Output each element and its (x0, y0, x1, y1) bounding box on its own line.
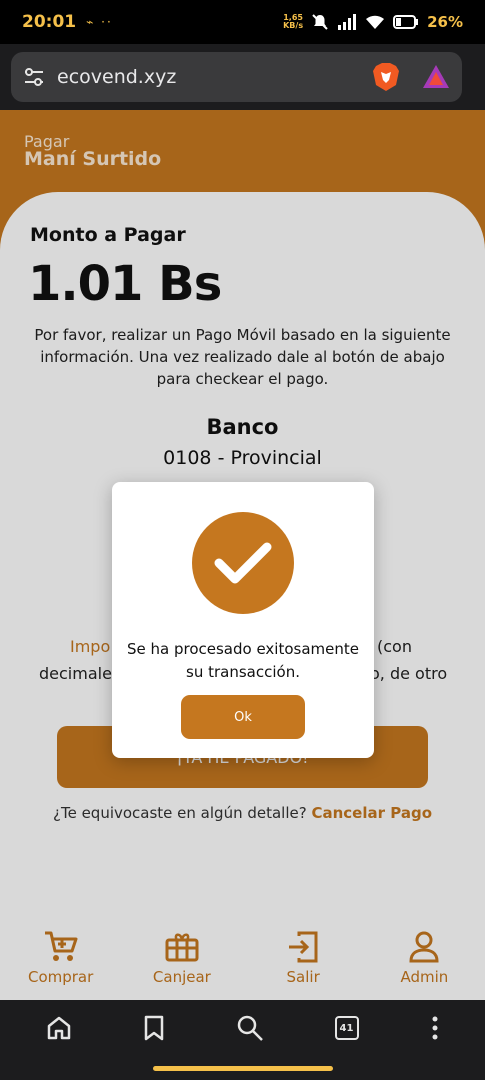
address-bar[interactable]: ecovend.xyz (11, 52, 462, 102)
browser-toolbar: ecovend.xyz (0, 44, 485, 110)
status-notification-icon: ⌁ ·· (86, 15, 113, 29)
wifi-icon (366, 15, 385, 29)
brave-rewards-icon[interactable] (422, 64, 450, 90)
site-settings-icon[interactable] (23, 67, 45, 87)
bookmark-icon[interactable] (143, 1015, 165, 1041)
signal-icon (338, 14, 357, 30)
battery-percent: 26% (427, 13, 463, 31)
gesture-bar (153, 1066, 333, 1071)
status-bar: 20:01 ⌁ ·· 1,65 KB/s 26% (0, 0, 485, 44)
url-text[interactable]: ecovend.xyz (57, 66, 176, 88)
brave-shields-icon[interactable] (372, 62, 400, 92)
success-check-circle (192, 512, 294, 614)
more-menu-icon[interactable] (430, 1015, 440, 1041)
home-icon[interactable] (46, 1015, 72, 1041)
status-time: 20:01 (22, 12, 77, 32)
status-right: 1,65 KB/s 26% (283, 13, 463, 31)
ok-button[interactable]: Ok (181, 695, 305, 739)
checkmark-icon (214, 542, 272, 584)
success-dialog: Se ha procesado exitosamente su transacc… (112, 482, 374, 758)
mute-icon (312, 14, 328, 30)
success-message: Se ha procesado exitosamente su transacc… (126, 640, 359, 681)
browser-bottom-bar: 41 (0, 1000, 485, 1080)
network-speed-unit: KB/s (283, 21, 304, 30)
network-speed: 1,65 KB/s (283, 14, 303, 30)
battery-icon (393, 15, 419, 29)
search-icon[interactable] (236, 1014, 264, 1042)
tabs-button[interactable]: 41 (334, 1016, 359, 1040)
